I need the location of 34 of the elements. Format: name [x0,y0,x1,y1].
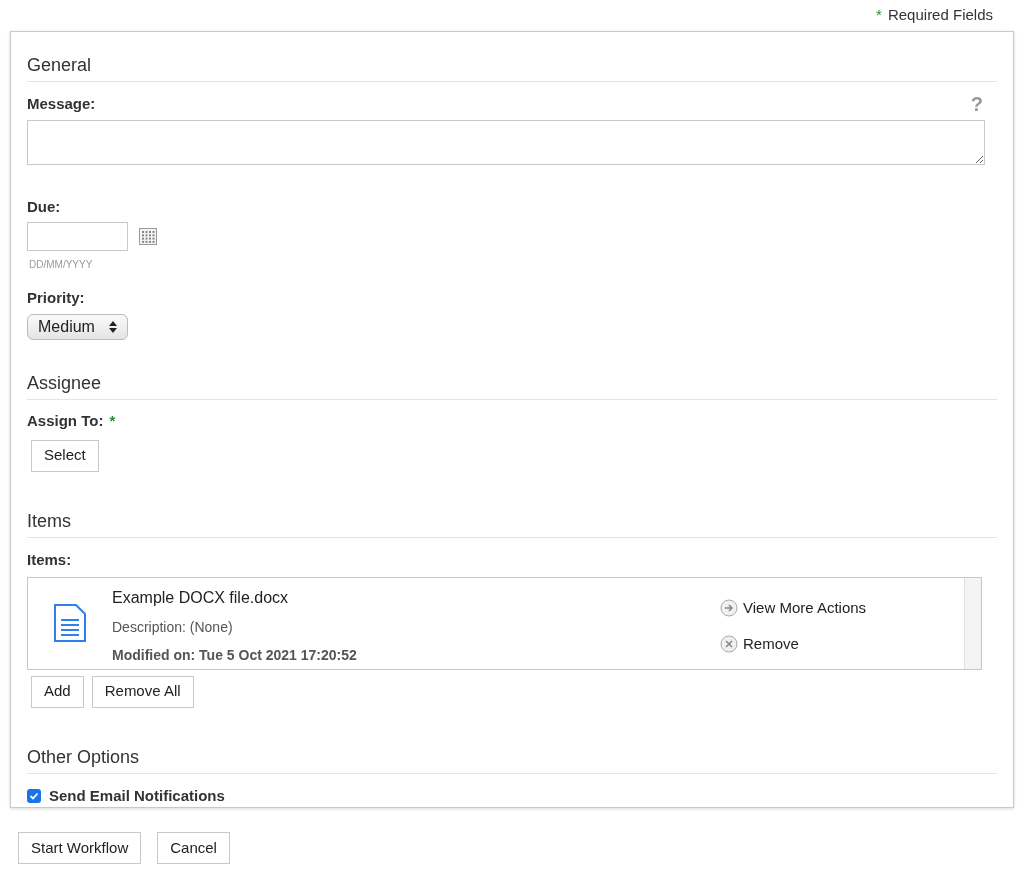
updown-caret-icon [109,321,117,333]
file-name[interactable]: Example DOCX file.docx [112,585,632,610]
footer-button[interactable]: Start Workflow [18,832,142,864]
field-label: Assign To: [27,411,104,431]
required-fields-note: Required Fields [887,5,993,26]
due-date-field[interactable] [27,222,128,251]
section-heading: Items [27,510,71,531]
footer-button[interactable]: Cancel [157,832,230,864]
date-format-hint: DD/MM/YYYY [29,258,94,272]
list-action-button[interactable]: Add [31,675,84,708]
field-label: Message: [27,94,96,114]
close-circle-icon [720,635,738,654]
select-button[interactable]: Select [31,439,99,472]
checkbox-label: Send Email Notifications [49,785,225,806]
field-label: Items: [27,550,72,568]
checkmark-icon [29,790,39,801]
document-icon [54,604,86,642]
file-description: Description: (None) [112,617,234,637]
item-action-link[interactable]: Remove [743,633,799,656]
priority-select[interactable]: Medium [27,314,128,340]
section-heading: General [27,55,92,75]
section-heading: Other Options [27,746,140,767]
list-action-button[interactable]: Remove All [91,675,194,708]
field-label: Due: [27,198,61,215]
checkbox[interactable] [27,788,41,803]
arrow-circle-icon [720,598,738,617]
required-marker: * [109,411,116,431]
required-marker: * [876,5,882,26]
field-label: Priority: [27,289,85,306]
section-heading: Assignee [27,373,102,393]
calendar-icon[interactable] [139,228,157,245]
file-modified-date: Modified on: Tue 5 Oct 2021 17:20:52 [112,645,358,665]
message-field[interactable] [27,119,985,165]
item-action-link[interactable]: View More Actions [743,596,867,619]
